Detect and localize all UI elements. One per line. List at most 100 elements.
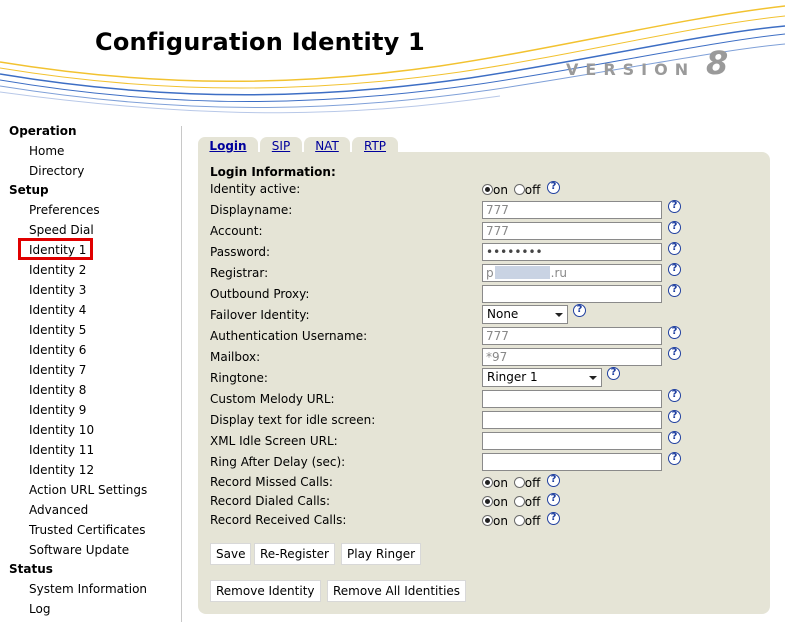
record-missed-off-radio[interactable]: [513, 477, 525, 488]
nav-item-identity-7[interactable]: Identity 7: [29, 363, 86, 377]
help-icon-ringtone[interactable]: ?: [607, 367, 620, 380]
page-header: Configuration Identity 1 VERSION 8: [0, 0, 785, 118]
custom-melody-url-label: Custom Melody URL:: [210, 392, 335, 406]
radio-on-label: on: [493, 514, 508, 528]
nav-item-system-information[interactable]: System Information: [29, 582, 147, 596]
radio-off-label: off: [524, 514, 541, 528]
nav-item-identity-1[interactable]: Identity 1: [29, 243, 86, 257]
nav-item-preferences[interactable]: Preferences: [29, 203, 100, 217]
help-icon-auth-username[interactable]: ?: [668, 326, 681, 339]
identity-active-on-radio[interactable]: [482, 184, 493, 195]
help-icon-custom-melody-url[interactable]: ?: [668, 389, 681, 402]
failover-identity-select[interactable]: None: [482, 305, 568, 324]
chevron-down-icon: [555, 313, 563, 317]
nav-item-identity-5[interactable]: Identity 5: [29, 323, 86, 337]
help-icon-record-received[interactable]: ?: [547, 512, 560, 525]
record-received-off-radio[interactable]: [513, 515, 525, 526]
sidebar-divider: [181, 126, 182, 622]
nav-item-identity-8[interactable]: Identity 8: [29, 383, 86, 397]
outbound-proxy-label: Outbound Proxy:: [210, 287, 310, 301]
nav-item-action-url-settings[interactable]: Action URL Settings: [29, 483, 147, 497]
header-wave-graphic: [0, 5, 785, 114]
nav-item-log[interactable]: Log: [29, 602, 50, 616]
nav-item-identity-11[interactable]: Identity 11: [29, 443, 94, 457]
nav-item-identity-12[interactable]: Identity 12: [29, 463, 94, 477]
help-icon-registrar[interactable]: ?: [668, 263, 681, 276]
auth-username-input[interactable]: 777: [482, 327, 662, 345]
help-icon-outbound-proxy[interactable]: ?: [668, 284, 681, 297]
nav-section-status: Status: [9, 562, 53, 576]
tab-rtp-label: RTP: [363, 139, 387, 153]
help-icon-account[interactable]: ?: [668, 221, 681, 234]
password-label: Password:: [210, 245, 271, 259]
page-title: Configuration Identity 1: [95, 28, 425, 56]
nav-section-operation: Operation: [9, 124, 77, 138]
save-button[interactable]: Save: [210, 543, 252, 565]
outbound-proxy-input[interactable]: [482, 285, 662, 303]
tab-login-label: Login: [209, 139, 247, 153]
nav-item-identity-9[interactable]: Identity 9: [29, 403, 86, 417]
nav-item-identity-4[interactable]: Identity 4: [29, 303, 86, 317]
registrar-value-prefix: p: [486, 266, 494, 280]
nav-item-identity-3[interactable]: Identity 3: [29, 283, 86, 297]
tab-login[interactable]: Login: [198, 137, 258, 155]
nav-item-home[interactable]: Home: [29, 144, 64, 158]
nav-item-identity-10[interactable]: Identity 10: [29, 423, 94, 437]
record-dialed-on-radio[interactable]: [482, 496, 493, 507]
record-received-label: Record Received Calls:: [210, 513, 347, 527]
nav-item-identity-2[interactable]: Identity 2: [29, 263, 86, 277]
failover-identity-label: Failover Identity:: [210, 308, 310, 322]
registrar-input[interactable]: p .ru: [482, 264, 662, 282]
idle-display-text-input[interactable]: [482, 411, 662, 429]
tab-nat-label: NAT: [315, 139, 339, 153]
remove-all-identities-button[interactable]: Remove All Identities: [327, 580, 467, 602]
tab-sip[interactable]: SIP: [260, 137, 302, 155]
record-received-on-radio[interactable]: [482, 515, 493, 526]
help-icon-record-missed[interactable]: ?: [547, 474, 560, 487]
tab-rtp[interactable]: RTP: [352, 137, 398, 155]
displayname-label: Displayname:: [210, 203, 293, 217]
tab-sip-label: SIP: [271, 139, 291, 153]
displayname-input[interactable]: 777: [482, 201, 662, 219]
help-icon-xml-idle-url[interactable]: ?: [668, 431, 681, 444]
re-register-button[interactable]: Re-Register: [254, 543, 335, 565]
help-icon-failover-identity[interactable]: ?: [573, 304, 586, 317]
nav-item-advanced[interactable]: Advanced: [29, 503, 88, 517]
custom-melody-url-input[interactable]: [482, 390, 662, 408]
ringtone-selected: Ringer 1: [487, 370, 538, 384]
radio-on-label: on: [493, 495, 508, 509]
account-input[interactable]: 777: [482, 222, 662, 240]
nav-item-trusted-certificates[interactable]: Trusted Certificates: [29, 523, 145, 537]
help-icon-mailbox[interactable]: ?: [668, 347, 681, 360]
mailbox-input[interactable]: *97: [482, 348, 662, 366]
identity-active-off-radio[interactable]: [513, 184, 525, 195]
ringtone-select[interactable]: Ringer 1: [482, 368, 602, 387]
help-icon-idle-display-text[interactable]: ?: [668, 410, 681, 423]
nav-section-setup: Setup: [9, 183, 49, 197]
xml-idle-url-input[interactable]: [482, 432, 662, 450]
mailbox-label: Mailbox:: [210, 350, 261, 364]
nav-item-identity-6[interactable]: Identity 6: [29, 343, 86, 357]
tab-nat[interactable]: NAT: [304, 137, 350, 155]
play-ringer-button[interactable]: Play Ringer: [341, 543, 422, 565]
record-dialed-off-radio[interactable]: [513, 496, 525, 507]
help-icon-identity-active[interactable]: ?: [547, 181, 560, 194]
help-icon-record-dialed[interactable]: ?: [547, 493, 560, 506]
ring-after-delay-input[interactable]: [482, 453, 662, 471]
help-icon-password[interactable]: ?: [668, 242, 681, 255]
nav-item-directory[interactable]: Directory: [29, 164, 84, 178]
help-icon-displayname[interactable]: ?: [668, 200, 681, 213]
record-missed-on-radio[interactable]: [482, 477, 493, 488]
remove-identity-button[interactable]: Remove Identity: [210, 580, 321, 602]
nav-item-software-update[interactable]: Software Update: [29, 543, 129, 557]
nav-item-speed-dial[interactable]: Speed Dial: [29, 223, 94, 237]
help-icon-ring-after-delay[interactable]: ?: [668, 452, 681, 465]
record-missed-label: Record Missed Calls:: [210, 475, 333, 489]
registrar-value-suffix: .ru: [550, 266, 567, 280]
registrar-redacted-block: [494, 266, 550, 279]
failover-identity-selected: None: [487, 307, 519, 321]
radio-on-label: on: [493, 183, 508, 197]
radio-on-label: on: [493, 476, 508, 490]
password-input[interactable]: ••••••••: [482, 243, 662, 261]
identity-active-radio-group: on off: [482, 183, 542, 198]
